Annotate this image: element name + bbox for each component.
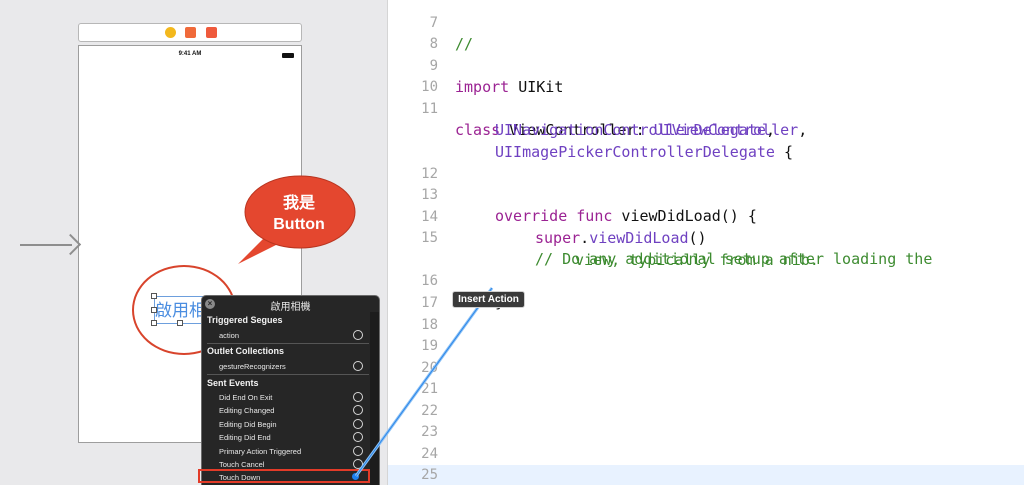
code-line-9[interactable]: 9 import UIKit	[388, 35, 1024, 96]
section-sent-events: Sent Events	[207, 378, 259, 388]
code-line-13[interactable]: 13 override func viewDidLoad() {	[388, 164, 1024, 225]
event-primary-action-triggered: Primary Action Triggered	[219, 447, 302, 456]
code-line-23[interactable]: 23	[388, 401, 1024, 440]
code-line-16[interactable]: 16 }	[388, 250, 1024, 311]
connection-circle-primary-action[interactable]	[353, 446, 363, 456]
code-editor[interactable]: 7 // 8 9 import UIKit 10 11 class ViewCo…	[387, 0, 1024, 485]
view-controller-icon[interactable]	[165, 27, 176, 38]
divider	[207, 374, 369, 375]
code-line-26[interactable]: 26	[388, 466, 1024, 485]
gesture-recognizers-label: gestureRecognizers	[219, 362, 286, 371]
divider	[207, 343, 369, 344]
code-line-11[interactable]: 11 class ViewController: UIViewControlle…	[388, 78, 1024, 139]
hud-title: 啟用相機	[270, 302, 311, 313]
code-line-19[interactable]: 19	[388, 315, 1024, 354]
code-line-24[interactable]: 24	[388, 423, 1024, 462]
connection-circle-gesture-recognizers[interactable]	[353, 361, 363, 371]
event-editing-changed: Editing Changed	[219, 406, 275, 415]
code-line-22[interactable]: 22	[388, 380, 1024, 419]
battery-icon	[282, 53, 294, 58]
outlet-action-label: action	[219, 331, 240, 340]
code-line-25[interactable]: 25	[388, 444, 1024, 483]
connection-circle-action[interactable]	[353, 330, 363, 340]
resize-handle[interactable]	[151, 307, 157, 313]
code-line-11-wrap-2[interactable]: UIImagePickerControllerDelegate {	[388, 121, 1024, 161]
connection-circle-touch-down[interactable]	[352, 473, 359, 480]
code-line-15-wrap[interactable]: view, typically from a nib.	[388, 229, 1024, 269]
code-line-8[interactable]: 8	[388, 13, 1024, 52]
event-editing-did-begin: Editing Did Begin	[219, 420, 277, 429]
code-line-20[interactable]: 20	[388, 337, 1024, 376]
callout-line-2: Button	[273, 216, 325, 233]
resize-handle[interactable]	[151, 293, 157, 299]
connection-circle-touch-cancel[interactable]	[353, 459, 363, 469]
touch-down-highlight-box	[198, 469, 370, 483]
code-line-10[interactable]: 10	[388, 56, 1024, 95]
event-did-end-on-exit: Did End On Exit	[219, 393, 273, 402]
connection-circle-editing-did-begin[interactable]	[353, 419, 363, 429]
callout-text: 我是 Button	[256, 193, 342, 235]
connection-circle-editing-did-end[interactable]	[353, 432, 363, 442]
code-line-21[interactable]: 21	[388, 358, 1024, 397]
section-triggered-segues: Triggered Segues	[207, 315, 283, 325]
event-editing-did-end: Editing Did End	[219, 433, 271, 442]
code-line-7[interactable]: 7 //	[388, 0, 1024, 53]
connection-circle-did-end-on-exit[interactable]	[353, 392, 363, 402]
code-line-11-wrap-1[interactable]: UINavigationControllerDelegate,	[388, 99, 1024, 139]
connections-hud[interactable]: × 啟用相機 Triggered Segues action Outlet Co…	[201, 295, 380, 485]
section-outlet-collections: Outlet Collections	[207, 346, 285, 356]
callout-line-1: 我是	[282, 195, 315, 212]
resize-handle[interactable]	[177, 320, 183, 326]
event-touch-cancel: Touch Cancel	[219, 460, 265, 469]
hud-scrollbar[interactable]	[370, 312, 379, 485]
status-bar-time: 9:41 AM	[178, 51, 202, 57]
code-line-15[interactable]: 15 // Do any additional setup after load…	[388, 207, 1024, 268]
insert-action-tooltip: Insert Action	[452, 291, 525, 308]
connection-circle-editing-changed[interactable]	[353, 405, 363, 415]
code-line-17[interactable]: 17	[388, 272, 1024, 311]
resize-handle[interactable]	[151, 320, 157, 326]
code-line-14[interactable]: 14 super.viewDidLoad()	[388, 186, 1024, 247]
scene-dock[interactable]	[78, 23, 302, 42]
code-line-12[interactable]: 12	[388, 143, 1024, 182]
first-responder-icon[interactable]	[185, 27, 196, 38]
exit-icon[interactable]	[206, 27, 217, 38]
